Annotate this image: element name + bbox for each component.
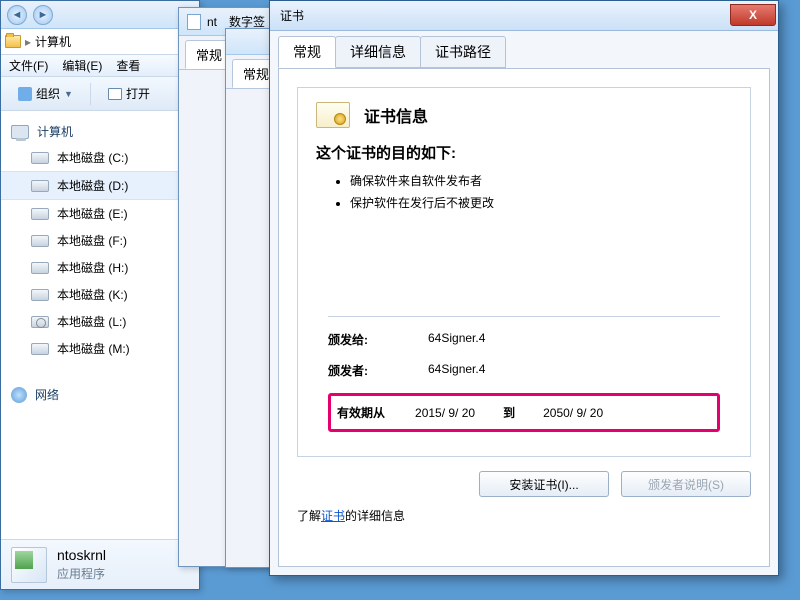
- divider: [328, 316, 720, 317]
- certificate-icon: [316, 102, 350, 128]
- tree-computer-label: 计算机: [37, 123, 73, 140]
- issued-to-value: 64Signer.4: [428, 331, 485, 348]
- network-icon: [11, 387, 27, 403]
- certificate-info-box: 证书信息 这个证书的目的如下: 确保软件来自软件发布者 保护软件在发行后不被更改…: [297, 87, 751, 457]
- explorer-menubar: 文件(F) 编辑(E) 查看: [1, 55, 199, 77]
- sidebar-drive-item[interactable]: 本地磁盘 (L:): [1, 308, 199, 335]
- folder-icon: [5, 35, 21, 48]
- drive-label: 本地磁盘 (E:): [57, 205, 128, 222]
- certificate-titlebar[interactable]: 证书 X: [270, 1, 778, 31]
- drive-label: 本地磁盘 (F:): [57, 232, 127, 249]
- sidebar-drive-item[interactable]: 本地磁盘 (D:): [1, 171, 199, 200]
- address-bar[interactable]: ▸ 计算机: [1, 29, 199, 55]
- issuer-statement-button[interactable]: 颁发者说明(S): [621, 471, 751, 497]
- drive-label: 本地磁盘 (L:): [57, 313, 126, 330]
- drive-label: 本地磁盘 (C:): [57, 149, 128, 166]
- tree-network-heading[interactable]: 网络: [1, 382, 199, 407]
- issued-to-row: 颁发给: 64Signer.4: [328, 331, 720, 348]
- tree-computer-heading[interactable]: 计算机: [1, 119, 199, 144]
- disk-icon: [31, 262, 49, 274]
- close-icon: X: [749, 8, 757, 22]
- optical-disk-icon: [31, 316, 49, 328]
- open-icon: [108, 88, 122, 100]
- address-label: 计算机: [35, 33, 71, 50]
- tab-general[interactable]: 常规: [278, 36, 336, 68]
- install-cert-label: 安装证书(I)...: [509, 476, 578, 493]
- explorer-titlebar[interactable]: ◄ ►: [1, 1, 199, 29]
- breadcrumb-sep-icon: ▸: [25, 35, 31, 49]
- chevron-down-icon: ▼: [64, 89, 73, 99]
- selected-filetype: 应用程序: [57, 566, 106, 583]
- certificate-heading: 证书信息: [364, 103, 428, 127]
- properties-title-text: nt: [207, 15, 217, 29]
- certificate-title-text: 证书: [280, 7, 304, 24]
- toolbar-divider: [90, 83, 91, 105]
- issued-to-label: 颁发给:: [328, 331, 418, 348]
- open-label: 打开: [126, 85, 150, 102]
- disk-icon: [31, 343, 49, 355]
- certificate-tabs: 常规 详细信息 证书路径: [278, 41, 770, 69]
- open-button[interactable]: 打开: [99, 81, 159, 106]
- certificate-general-pane: 证书信息 这个证书的目的如下: 确保软件来自软件发布者 保护软件在发行后不被更改…: [278, 69, 770, 567]
- selected-filename: ntoskrnl: [57, 546, 106, 566]
- organize-label: 组织: [36, 85, 60, 102]
- sidebar-drive-item[interactable]: 本地磁盘 (F:): [1, 227, 199, 254]
- nav-fwd-button[interactable]: ►: [33, 5, 53, 25]
- learn-prefix: 了解: [297, 509, 321, 523]
- disk-icon: [31, 180, 49, 192]
- tab-details[interactable]: 详细信息: [335, 36, 421, 68]
- menu-file[interactable]: 文件(F): [9, 57, 48, 74]
- sidebar-drive-item[interactable]: 本地磁盘 (H:): [1, 254, 199, 281]
- sidebar-drive-item[interactable]: 本地磁盘 (E:): [1, 200, 199, 227]
- valid-to-value: 2050/ 9/ 20: [543, 406, 603, 420]
- certificate-dialog: 证书 X 常规 详细信息 证书路径 证书信息 这个证书的目的如下: 确保软件来自…: [269, 0, 779, 576]
- learn-suffix: 的详细信息: [345, 509, 405, 523]
- disk-icon: [31, 152, 49, 164]
- menu-edit[interactable]: 编辑(E): [62, 57, 102, 74]
- validity-row: 有效期从 2015/ 9/ 20 到 2050/ 9/ 20: [328, 393, 720, 432]
- purpose-item: 确保软件来自软件发布者: [350, 171, 732, 193]
- tab-cert-path[interactable]: 证书路径: [420, 36, 506, 68]
- issued-by-value: 64Signer.4: [428, 362, 485, 379]
- valid-from-value: 2015/ 9/ 20: [415, 406, 475, 420]
- install-cert-button[interactable]: 安装证书(I)...: [479, 471, 609, 497]
- computer-icon: [11, 125, 29, 139]
- learn-cert-link[interactable]: 证书: [321, 509, 345, 523]
- tree-network-label: 网络: [35, 386, 59, 403]
- explorer-details-pane: ntoskrnl 应用程序: [1, 539, 199, 589]
- purpose-list: 确保软件来自软件发布者 保护软件在发行后不被更改: [316, 171, 732, 214]
- sidebar-drive-item[interactable]: 本地磁盘 (C:): [1, 144, 199, 171]
- explorer-window: ◄ ► ▸ 计算机 文件(F) 编辑(E) 查看 组织 ▼ 打开 计算机 本地磁…: [0, 0, 200, 590]
- sidebar-drive-item[interactable]: 本地磁盘 (K:): [1, 281, 199, 308]
- drive-label: 本地磁盘 (M:): [57, 340, 130, 357]
- issuer-statement-label: 颁发者说明(S): [648, 476, 724, 493]
- issued-by-label: 颁发者:: [328, 362, 418, 379]
- disk-icon: [31, 235, 49, 247]
- disk-icon: [31, 289, 49, 301]
- nav-tree: 计算机 本地磁盘 (C:) 本地磁盘 (D:) 本地磁盘 (E:) 本地磁盘 (F:)…: [1, 111, 199, 415]
- organize-icon: [18, 87, 32, 101]
- drive-label: 本地磁盘 (D:): [57, 177, 128, 194]
- sidebar-drive-item[interactable]: 本地磁盘 (M:): [1, 335, 199, 362]
- drive-label: 本地磁盘 (H:): [57, 259, 128, 276]
- purpose-title: 这个证书的目的如下:: [316, 142, 732, 163]
- disk-icon: [31, 208, 49, 220]
- file-thumbnail-icon: [11, 547, 47, 583]
- menu-view[interactable]: 查看: [116, 57, 140, 74]
- organize-button[interactable]: 组织 ▼: [9, 81, 82, 106]
- drive-label: 本地磁盘 (K:): [57, 286, 128, 303]
- valid-from-label: 有效期从: [337, 404, 385, 421]
- doc-icon: [187, 14, 201, 30]
- learn-more-row: 了解证书的详细信息: [297, 507, 751, 524]
- purpose-item: 保护软件在发行后不被更改: [350, 193, 732, 215]
- valid-to-label: 到: [503, 404, 515, 421]
- close-button[interactable]: X: [730, 4, 776, 26]
- nav-back-button[interactable]: ◄: [7, 5, 27, 25]
- explorer-toolbar: 组织 ▼ 打开: [1, 77, 199, 111]
- issued-by-row: 颁发者: 64Signer.4: [328, 362, 720, 379]
